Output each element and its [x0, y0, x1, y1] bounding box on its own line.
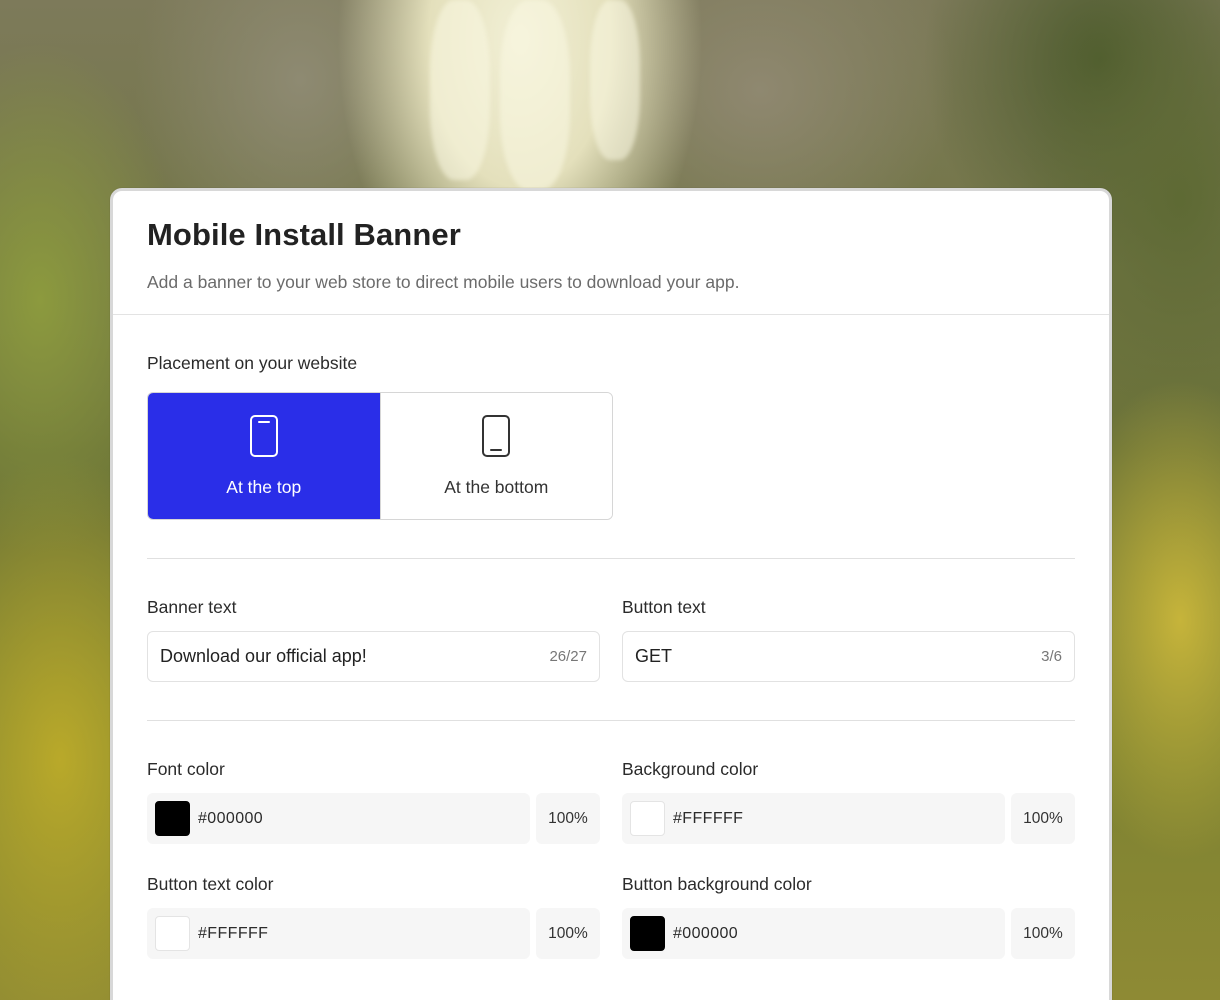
button-text-color-opacity-input[interactable]: 100% — [536, 908, 600, 959]
button-background-color-label: Button background color — [622, 874, 812, 894]
background-color-hex-input[interactable]: #FFFFFF — [622, 793, 1005, 844]
button-text-value: GET — [635, 646, 673, 666]
text-fields-row: Banner text Download our official app! 2… — [147, 597, 1075, 682]
banner-text-input[interactable]: Download our official app! 26/27 — [147, 631, 600, 682]
card-header: Mobile Install Banner Add a banner to yo… — [113, 191, 1109, 315]
placement-option-bottom[interactable]: At the bottom — [379, 393, 612, 519]
section-divider — [147, 558, 1075, 559]
font-color-opacity-input[interactable]: 100% — [536, 793, 600, 844]
font-color-swatch[interactable] — [155, 801, 190, 836]
button-text-label: Button text — [622, 597, 706, 617]
button-text-color-hex: #FFFFFF — [198, 924, 269, 942]
background-color-hex: #FFFFFF — [673, 809, 744, 827]
font-color-hex: #000000 — [198, 809, 264, 827]
section-divider — [147, 720, 1075, 721]
banner-text-label: Banner text — [147, 597, 237, 617]
font-color-hex-input[interactable]: #000000 — [147, 793, 530, 844]
button-background-color-swatch[interactable] — [630, 916, 665, 951]
color-row-1: Font color #000000 100% Background color… — [147, 759, 1075, 844]
phone-bottom-icon — [482, 414, 511, 457]
button-text-color-swatch[interactable] — [155, 916, 190, 951]
button-text-input[interactable]: GET 3/6 — [622, 631, 1075, 682]
card-body: Placement on your website At the top At … — [113, 315, 1109, 959]
phone-top-icon — [249, 414, 278, 457]
page-subtitle: Add a banner to your web store to direct… — [147, 272, 740, 292]
placement-option-label: At the top — [226, 476, 302, 497]
background-color-opacity-input[interactable]: 100% — [1011, 793, 1075, 844]
background-color-swatch[interactable] — [630, 801, 665, 836]
font-color-label: Font color — [147, 759, 225, 779]
button-text-counter: 3/6 — [1041, 648, 1062, 665]
banner-text-counter: 26/27 — [549, 648, 587, 665]
button-background-color-opacity-input[interactable]: 100% — [1011, 908, 1075, 959]
placement-selector: At the top At the bottom — [147, 392, 613, 520]
button-text-color-label: Button text color — [147, 874, 274, 894]
page-title: Mobile Install Banner — [147, 217, 461, 252]
placement-option-top[interactable]: At the top — [148, 393, 380, 519]
color-row-2: Button text color #FFFFFF 100% Button ba… — [147, 874, 1075, 959]
settings-card: Mobile Install Banner Add a banner to yo… — [110, 188, 1112, 1000]
banner-text-value: Download our official app! — [160, 646, 367, 666]
background-color-label: Background color — [622, 759, 759, 779]
button-text-color-hex-input[interactable]: #FFFFFF — [147, 908, 530, 959]
button-background-color-hex-input[interactable]: #000000 — [622, 908, 1005, 959]
button-background-color-hex: #000000 — [673, 924, 739, 942]
placement-label: Placement on your website — [147, 353, 358, 373]
placement-option-label: At the bottom — [444, 476, 549, 497]
